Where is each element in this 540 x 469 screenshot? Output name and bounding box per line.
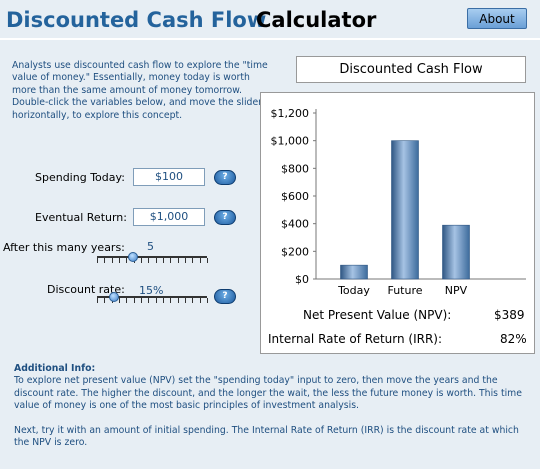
x-tick-label: Future	[387, 284, 422, 297]
years-slider[interactable]	[97, 252, 208, 265]
slider-tick	[185, 258, 186, 263]
slider-tick	[141, 298, 142, 303]
slider-tick	[126, 258, 128, 263]
slider-tick	[163, 258, 164, 263]
app-title: Discounted Cash Flow	[6, 8, 267, 32]
chart-panel: $0 $200 $400 $600 $800 $1,000 $1,200 Today Futur…	[260, 92, 535, 354]
y-tick-label: $0	[295, 273, 309, 286]
additional-info-paragraph-2: Next, try it with an amount of initial s…	[14, 424, 519, 449]
slider-tick	[119, 258, 120, 263]
slider-tick	[155, 298, 157, 303]
y-tick-label: $1,200	[271, 107, 310, 120]
chart-axes	[315, 109, 526, 280]
return-help-button[interactable]: ?	[214, 210, 236, 225]
slider-tick	[133, 298, 135, 303]
bar-npv	[442, 224, 470, 280]
additional-info-heading: Additional Info:	[14, 363, 96, 374]
intro-text: Analysts use discounted cash flow to exp…	[12, 60, 268, 121]
y-tick-label: $200	[281, 245, 309, 258]
y-tick-label: $400	[281, 218, 309, 231]
eventual-return-input[interactable]: $1,000	[133, 208, 205, 226]
npv-label: Net Present Value (NPV):	[303, 308, 452, 322]
slider-tick	[170, 298, 172, 303]
slider-tick	[192, 298, 194, 303]
slider-tick	[141, 258, 142, 263]
y-tick-label: $600	[281, 190, 309, 203]
bar-today	[340, 264, 368, 280]
slider-tick	[185, 298, 186, 303]
slider-tick	[199, 298, 201, 303]
spending-help-button[interactable]: ?	[214, 170, 236, 185]
slider-tick	[155, 258, 157, 263]
slider-tick	[111, 258, 113, 263]
additional-info-paragraph: To explore net present value (NPV) set t…	[14, 375, 522, 412]
y-tick-label: $1,000	[271, 135, 310, 148]
x-tick-label: Today	[337, 284, 370, 297]
y-tick-label: $800	[281, 162, 309, 175]
discount-rate-help-button[interactable]: ?	[214, 289, 236, 304]
slider-tick	[177, 298, 179, 303]
slider-tick	[170, 258, 172, 263]
slider-tick	[177, 258, 179, 263]
years-slider-thumb[interactable]	[128, 252, 139, 262]
slider-tick	[97, 258, 98, 263]
slider-tick	[104, 258, 106, 263]
slider-tick	[192, 258, 194, 263]
irr-label: Internal Rate of Return (IRR):	[268, 332, 443, 346]
years-label: After this many years:	[3, 241, 125, 254]
app-title-suffix: Calculator	[256, 8, 377, 32]
header-divider	[0, 38, 540, 40]
irr-value: 82%	[500, 332, 527, 346]
spending-today-label: Spending Today:	[35, 171, 125, 184]
discount-rate-slider[interactable]	[97, 292, 208, 305]
slider-tick	[148, 298, 150, 303]
slider-tick	[104, 298, 106, 303]
slider-tick	[119, 298, 120, 303]
slider-tick	[199, 258, 201, 263]
years-slider-track[interactable]	[97, 256, 207, 258]
slider-tick	[126, 298, 128, 303]
slider-tick	[207, 298, 208, 303]
bar-future	[391, 140, 419, 280]
slider-tick	[207, 258, 208, 263]
discount-rate-slider-thumb[interactable]	[108, 292, 119, 302]
eventual-return-label: Eventual Return:	[35, 211, 127, 224]
about-button[interactable]: About	[467, 8, 527, 29]
additional-info: Additional Info: To explore net present …	[14, 363, 524, 449]
x-tick-label: NPV	[445, 284, 468, 297]
spending-today-input[interactable]: $100	[133, 168, 205, 186]
years-value: 5	[147, 240, 154, 253]
slider-tick	[148, 258, 150, 263]
slider-tick	[97, 298, 98, 303]
slider-tick	[163, 298, 164, 303]
npv-value: $389	[494, 308, 525, 322]
chart-title: Discounted Cash Flow	[296, 56, 526, 83]
